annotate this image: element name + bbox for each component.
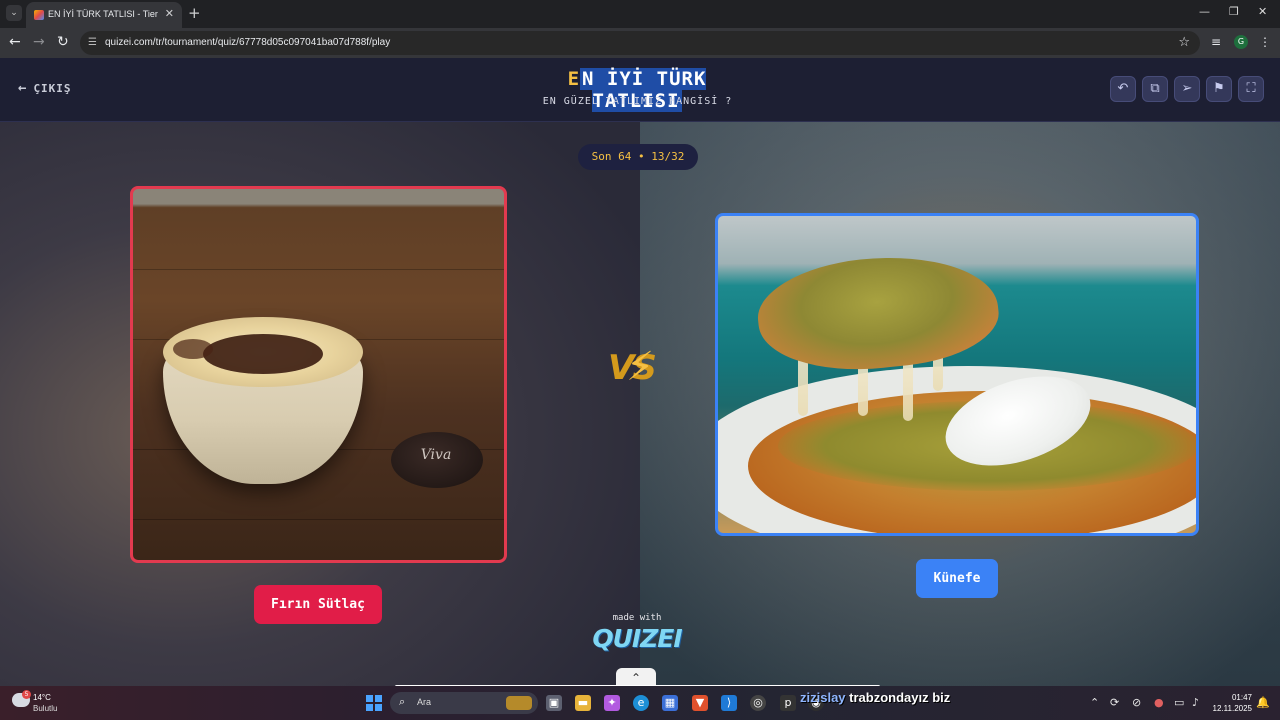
browser-tabstrip: ⌄ EN İYİ TÜRK TATLISI - Tier List, Q ✕ +…	[0, 0, 1280, 28]
caramelized-spot	[173, 339, 213, 359]
github-desktop-icon[interactable]: ◎	[750, 695, 766, 711]
tab-title: EN İYİ TÜRK TATLISI - Tier List, Q	[48, 9, 158, 19]
new-tab-plus-icon[interactable]: +	[188, 5, 201, 21]
right-choice-image[interactable]	[715, 213, 1199, 536]
chocolate-logo: Viva	[420, 447, 452, 463]
exit-label: ÇIKIŞ	[33, 82, 72, 95]
microphone-icon[interactable]: ●	[1154, 696, 1164, 709]
search-highlight-image	[506, 696, 532, 710]
undo-icon[interactable]: ↶	[1110, 76, 1136, 102]
quiz-header: ← ÇIKIŞ EN İYİ TÜRK TATLISI EN GÜZEL TATL…	[0, 58, 1280, 122]
app-icon[interactable]: p	[780, 695, 796, 711]
site-info-icon[interactable]: ☰	[88, 37, 97, 48]
windows-start-icon[interactable]	[366, 695, 382, 711]
tab-close-icon[interactable]: ✕	[165, 7, 174, 20]
clock-date: 12.11.2025	[1212, 704, 1252, 713]
reading-list-icon[interactable]: ≡	[1211, 35, 1221, 49]
caramelized-top	[203, 334, 323, 374]
left-choice-image[interactable]: Viva	[130, 186, 507, 563]
minimize-window-icon[interactable]: —	[1199, 5, 1210, 18]
taskbar-search-placeholder: Ara	[417, 697, 432, 707]
windows-taskbar: 5 14°C Bulutlu ⌕ Ara ▣ ▬ ✦ e ▦ ▼ ⟩ ◎ p ◉…	[0, 686, 1280, 720]
browser-menu-icon[interactable]: ⋮	[1259, 35, 1271, 49]
display-icon[interactable]: ▭	[1174, 696, 1184, 709]
volume-icon[interactable]: ♪	[1192, 696, 1199, 709]
task-view-icon[interactable]: ▣	[546, 695, 562, 711]
quiz-subtitle: EN GÜZEL TATLIMIZ HANGİSİ ?	[542, 96, 733, 107]
clock-time: 01:47	[1231, 693, 1252, 702]
chevron-up-icon[interactable]: ⌃	[616, 668, 656, 686]
microsoft-store-icon[interactable]: ▦	[662, 695, 678, 711]
quiz-page: ← ÇIKIŞ EN İYİ TÜRK TATLISI EN GÜZEL TATL…	[0, 58, 1280, 686]
profile-avatar[interactable]: G	[1234, 35, 1248, 49]
browser-toolbar: ← → ↻ ☰ quizei.com/tr/tournament/quiz/67…	[0, 28, 1280, 58]
weather-badge: 5	[22, 690, 31, 699]
wood-plank-line	[133, 269, 504, 270]
lightning-bolt-icon: ⚡	[626, 344, 655, 390]
file-explorer-icon[interactable]: ▬	[575, 695, 591, 711]
vscode-icon[interactable]: ⟩	[721, 695, 737, 711]
right-choice-button[interactable]: Künefe	[916, 559, 998, 598]
taskbar-search[interactable]: ⌕ Ara	[390, 692, 538, 714]
fullscreen-icon[interactable]: ⛶	[1238, 76, 1264, 102]
close-window-icon[interactable]: ✕	[1258, 5, 1267, 18]
brave-browser-icon[interactable]: ▼	[692, 695, 708, 711]
address-bar[interactable]: ☰ quizei.com/tr/tournament/quiz/67778d05…	[80, 31, 1200, 55]
exit-button[interactable]: ← ÇIKIŞ	[18, 80, 72, 96]
browser-tab-active[interactable]: EN İYİ TÜRK TATLISI - Tier List, Q ✕	[26, 2, 182, 28]
edge-browser-icon[interactable]: e	[633, 695, 649, 711]
quiz-title: EN İYİ TÜRK TATLISI	[520, 68, 754, 112]
back-arrow-icon: ←	[18, 80, 28, 96]
wood-plank-line	[133, 519, 504, 520]
lifted-kunefe-piece	[752, 245, 1004, 381]
round-indicator: Son 64 • 13/32	[578, 144, 698, 170]
report-flag-icon[interactable]: ⚑	[1206, 76, 1232, 102]
stream-overlay-text: zizislay trabzondayız biz	[800, 690, 950, 705]
restore-window-icon[interactable]: ❐	[1229, 5, 1239, 18]
left-choice-button[interactable]: Fırın Sütlaç	[254, 585, 382, 624]
tab-favicon-icon	[34, 10, 44, 20]
overlay-message: trabzondayız biz	[845, 690, 951, 705]
overlay-username: zizislay	[800, 690, 846, 705]
search-icon: ⌕	[399, 695, 406, 708]
bookmark-star-icon[interactable]: ☆	[1178, 35, 1190, 50]
made-with-label: made with	[612, 613, 662, 623]
reload-icon[interactable]: ↻	[57, 34, 69, 50]
address-url: quizei.com/tr/tournament/quiz/67778d05c0…	[105, 37, 391, 48]
weather-condition: Bulutlu	[33, 704, 58, 713]
network-off-icon[interactable]: ⊘	[1132, 696, 1141, 709]
system-clock[interactable]: 01:47 12.11.2025	[1206, 692, 1252, 714]
shapes-icon[interactable]: ⧉	[1142, 76, 1168, 102]
tab-search-dropdown-icon[interactable]: ⌄	[6, 5, 22, 21]
copilot-icon[interactable]: ✦	[604, 695, 620, 711]
weather-temperature: 14°C	[33, 693, 51, 702]
back-arrow-icon[interactable]: ←	[9, 34, 21, 50]
sync-icon[interactable]: ⟳	[1110, 696, 1119, 709]
share-send-icon[interactable]: ➢	[1174, 76, 1200, 102]
vs-badge: VS ⚡	[602, 342, 674, 402]
tray-chevron-up-icon[interactable]: ⌃	[1090, 696, 1099, 709]
quiz-title-first-letter: E	[567, 68, 581, 90]
forward-arrow-icon[interactable]: →	[33, 34, 45, 50]
quizei-logo[interactable]: QUIZEI	[560, 624, 714, 653]
notification-bell-icon[interactable]: 🔔	[1256, 696, 1270, 709]
